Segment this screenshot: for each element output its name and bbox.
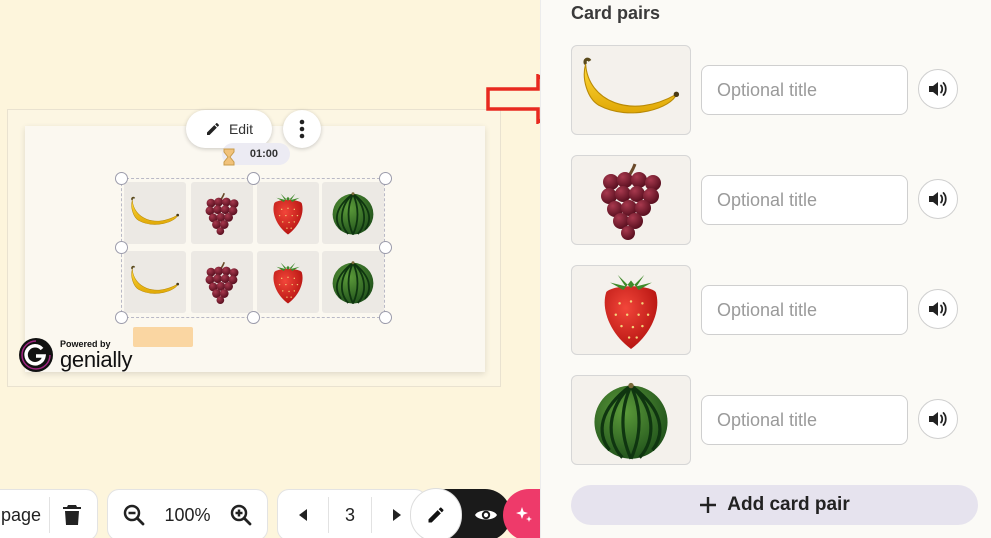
resize-handle[interactable] — [379, 241, 392, 254]
eye-icon — [475, 510, 497, 520]
pair-title-input-1[interactable] — [701, 65, 908, 115]
page-nav-group: 3 — [277, 489, 427, 538]
speaker-icon — [929, 82, 947, 96]
speaker-icon — [929, 302, 947, 316]
pair-sound-button-4[interactable] — [918, 399, 958, 439]
zoom-toolbar-group: 100% — [107, 489, 268, 538]
plus-icon — [700, 497, 717, 513]
preview-mode-button[interactable] — [463, 489, 509, 538]
trash-icon — [63, 505, 81, 525]
pair-image-4[interactable] — [571, 375, 691, 465]
speaker-icon — [929, 412, 947, 426]
placeholder-element[interactable] — [133, 327, 193, 347]
triangle-left-icon — [299, 509, 307, 521]
pair-title-input-2[interactable] — [701, 175, 908, 225]
edit-mode-button[interactable] — [411, 489, 461, 538]
resize-handle[interactable] — [115, 311, 128, 324]
zoom-out-button[interactable] — [123, 504, 145, 526]
panel-title: Card pairs — [571, 3, 661, 23]
edit-label: Edit — [228, 121, 254, 137]
banana-image — [577, 54, 685, 126]
pair-title-input-4[interactable] — [701, 395, 908, 445]
pair-sound-button-1[interactable] — [918, 69, 958, 109]
speaker-icon — [929, 192, 947, 206]
hourglass-icon — [223, 148, 235, 166]
pair-image-3[interactable] — [571, 265, 691, 355]
pencil-icon — [428, 507, 444, 523]
add-card-pair-label: Add card pair — [727, 494, 850, 515]
zoom-level[interactable]: 100% — [164, 505, 210, 526]
selection-box[interactable] — [121, 178, 385, 318]
delete-button[interactable] — [62, 504, 82, 526]
brand-name: genially — [60, 346, 133, 372]
sparkle-icon — [516, 507, 532, 522]
more-vertical-icon — [299, 119, 305, 139]
triangle-right-icon — [393, 509, 401, 521]
pencil-icon — [206, 123, 219, 135]
resize-handle[interactable] — [247, 311, 260, 324]
pair-sound-button-2[interactable] — [918, 179, 958, 219]
resize-handle[interactable] — [115, 241, 128, 254]
resize-handle[interactable] — [379, 172, 392, 185]
watermelon-image — [588, 377, 674, 463]
pair-title-input-3[interactable] — [701, 285, 908, 335]
page-label: page — [1, 504, 42, 525]
pair-sound-button-3[interactable] — [918, 289, 958, 329]
zoom-in-button[interactable] — [230, 504, 252, 526]
zoom-in-icon — [230, 504, 251, 526]
page-toolbar-group: page — [0, 489, 98, 538]
pair-image-1[interactable] — [571, 45, 691, 135]
add-card-pair-button[interactable]: Add card pair — [571, 485, 978, 525]
previous-page-button[interactable] — [278, 508, 328, 522]
resize-handle[interactable] — [379, 311, 392, 324]
zoom-out-icon — [124, 504, 145, 526]
genially-logo-icon — [19, 338, 53, 372]
resize-handle[interactable] — [247, 172, 260, 185]
page-number[interactable]: 3 — [329, 505, 371, 526]
pair-image-2[interactable] — [571, 155, 691, 245]
grapes-image — [591, 158, 671, 242]
genially-watermark: Powered by genially — [18, 337, 133, 373]
resize-handle[interactable] — [115, 172, 128, 185]
strawberry-image — [593, 267, 669, 353]
more-options-button[interactable] — [283, 110, 321, 148]
